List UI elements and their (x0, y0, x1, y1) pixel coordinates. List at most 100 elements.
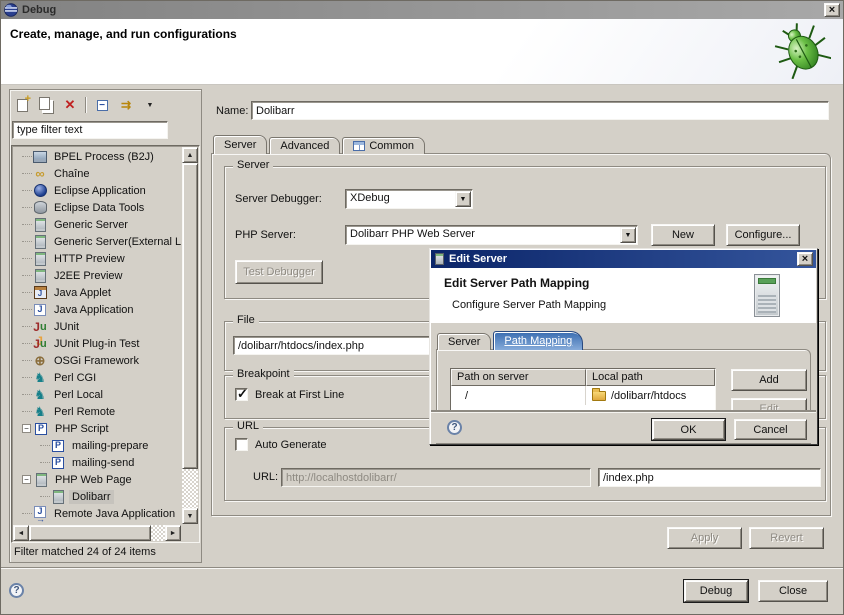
column-path-on-server[interactable]: Path on server (451, 369, 586, 386)
tree-item-generic-server[interactable]: Generic Server (14, 216, 181, 233)
tree-item-perl-cgi[interactable]: Perl CGI (14, 369, 181, 386)
dialog-close-button[interactable]: × (797, 252, 813, 266)
server-tower-icon (754, 274, 780, 317)
filter-icon[interactable]: ⇉ (117, 96, 135, 114)
window-close-button[interactable]: × (824, 3, 840, 17)
chevron-down-icon[interactable]: ▼ (455, 191, 471, 207)
new-config-icon[interactable]: + (13, 96, 31, 114)
osgi-icon (32, 354, 48, 368)
tree-item-label: mailing-send (69, 456, 137, 470)
path-mapping-row[interactable]: //dolibarr/htdocs (451, 386, 715, 405)
tab-server[interactable]: Server (213, 135, 267, 154)
chevron-down-icon[interactable]: ▼ (620, 227, 636, 243)
tree-item-label: J2EE Preview (51, 269, 125, 283)
dialog-tab-path-mapping[interactable]: Path Mapping (493, 331, 583, 350)
column-local-path[interactable]: Local path (586, 369, 715, 386)
tree-item-label: mailing-prepare (69, 439, 151, 453)
perl-icon (32, 388, 48, 402)
add-button[interactable]: Add (731, 369, 807, 391)
tree-item-php-web-page[interactable]: −PHP Web Page (14, 471, 181, 488)
apply-button[interactable]: Apply (667, 527, 742, 549)
tree-item-cha-ne[interactable]: Chaîne (14, 165, 181, 182)
php-server-select[interactable]: Dolibarr PHP Web Server ▼ (345, 225, 638, 245)
tree-item-label: JUnit Plug-in Test (51, 337, 142, 351)
dialog-help-icon[interactable]: ? (447, 420, 462, 435)
dialog-tab-server[interactable]: Server (437, 333, 491, 350)
tree-item-eclipse-data-tools[interactable]: Eclipse Data Tools (14, 199, 181, 216)
name-input[interactable] (251, 101, 829, 120)
tree-item-perl-remote[interactable]: Perl Remote (14, 403, 181, 420)
dialog-header: Edit Server Path Mapping Configure Serve… (431, 268, 816, 323)
tree-horizontal-scrollbar[interactable]: ◄ ► (13, 525, 181, 541)
tree-guide-line (22, 411, 32, 412)
tree-item-osgi-framework[interactable]: OSGi Framework (14, 352, 181, 369)
dialog-title: Edit Server (449, 253, 507, 265)
configure-button[interactable]: Configure... (726, 224, 800, 246)
applet-icon (32, 286, 48, 300)
tree-item-label: PHP Script (52, 422, 112, 436)
delete-config-icon[interactable]: ✕ (61, 96, 79, 114)
tree-item-j2ee-preview[interactable]: J2EE Preview (14, 267, 181, 284)
junit-plugin-icon (32, 337, 48, 351)
tree-item-generic-server-external-la[interactable]: Generic Server(External La (14, 233, 181, 250)
break-first-line-checkbox[interactable] (235, 388, 248, 401)
tab-common[interactable]: Common (342, 137, 425, 154)
tree-item-label: Generic Server(External La (51, 235, 181, 249)
tree-guide-line (22, 292, 32, 293)
new-server-button[interactable]: New (651, 224, 715, 246)
debug-button[interactable]: Debug (684, 580, 748, 602)
ok-button[interactable]: OK (652, 419, 725, 440)
menu-caret-icon[interactable]: ▼ (141, 96, 159, 114)
url-group-title: URL (233, 420, 263, 432)
scroll-left-icon[interactable]: ◄ (13, 525, 29, 541)
tree-item-php-script[interactable]: − PHP Script (14, 420, 181, 437)
dialog-subheading: Configure Server Path Mapping (452, 299, 606, 311)
eclipse-icon (32, 184, 48, 198)
server-debugger-label: Server Debugger: (235, 193, 322, 205)
collapse-expander-icon[interactable]: − (22, 475, 31, 484)
tree-item-java-applet[interactable]: Java Applet (14, 284, 181, 301)
vertical-scroll-thumb[interactable] (182, 163, 198, 469)
tree-item-dolibarr[interactable]: Dolibarr (14, 488, 181, 505)
filter-input[interactable] (12, 121, 168, 139)
collapse-all-icon[interactable]: − (93, 96, 111, 114)
collapse-expander-icon[interactable]: − (22, 424, 31, 433)
tree-item-remote-java-application[interactable]: Remote Java Application (14, 505, 181, 522)
break-first-line-label: Break at First Line (255, 389, 344, 401)
tree-item-perl-local[interactable]: Perl Local (14, 386, 181, 403)
auto-generate-checkbox[interactable] (235, 438, 248, 451)
window-title: Debug (22, 4, 56, 16)
scroll-right-icon[interactable]: ► (165, 525, 181, 541)
tree-item-java-application[interactable]: Java Application (14, 301, 181, 318)
help-icon[interactable]: ? (9, 583, 24, 598)
tree-item-label: Generic Server (51, 218, 131, 232)
tree-vertical-scrollbar[interactable]: ▲ ▼ (182, 147, 198, 524)
scroll-down-icon[interactable]: ▼ (182, 508, 198, 524)
tree-item-eclipse-application[interactable]: Eclipse Application (14, 182, 181, 199)
close-button[interactable]: Close (758, 580, 828, 602)
dialog-heading: Edit Server Path Mapping (444, 276, 589, 290)
tree-item-junit-plug-in-test[interactable]: JUnit Plug-in Test (14, 335, 181, 352)
tree-item-label: Eclipse Data Tools (51, 201, 147, 215)
duplicate-config-icon[interactable] (37, 96, 55, 114)
tree-item-mailing-send[interactable]: mailing-send (14, 454, 181, 471)
tree-item-bpel-process-b2j[interactable]: BPEL Process (B2J) (14, 148, 181, 165)
cancel-button[interactable]: Cancel (734, 419, 807, 440)
test-debugger-button[interactable]: Test Debugger (235, 260, 323, 284)
url-path-input[interactable] (598, 468, 821, 487)
tree-guide-line (22, 275, 32, 276)
server-debugger-select[interactable]: XDebug ▼ (345, 189, 473, 209)
scroll-up-icon[interactable]: ▲ (182, 147, 198, 163)
tree-item-http-preview[interactable]: HTTP Preview (14, 250, 181, 267)
tree-item-junit[interactable]: JUnit (14, 318, 181, 335)
tree-item-label: Perl Remote (51, 405, 118, 419)
tree-item-label: Perl CGI (51, 371, 99, 385)
config-type-panel: + ✕ − ⇉ ▼ BPEL Process (B2J)ChaîneEclips… (9, 89, 202, 563)
horizontal-scroll-thumb[interactable] (29, 525, 151, 541)
tab-advanced[interactable]: Advanced (269, 137, 340, 154)
tree-guide-line (22, 190, 32, 191)
tree-item-mailing-prepare[interactable]: mailing-prepare (14, 437, 181, 454)
revert-button[interactable]: Revert (749, 527, 824, 549)
edit-server-dialog: Edit Server × Edit Server Path Mapping C… (429, 248, 818, 445)
file-group-title: File (233, 314, 259, 326)
